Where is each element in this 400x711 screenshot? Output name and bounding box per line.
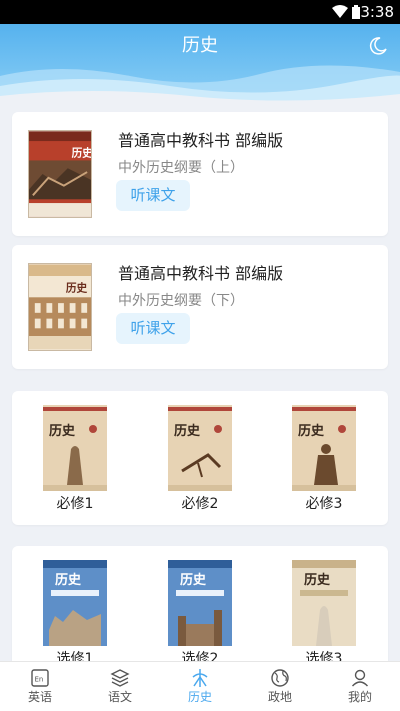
tab-politics-geography[interactable]: 政地 bbox=[240, 662, 320, 711]
book-cover-elective-2: 历史 bbox=[168, 560, 232, 646]
listen-button[interactable]: 听课文 bbox=[116, 313, 190, 344]
cover-text: 历史 bbox=[174, 423, 201, 439]
book-cover-elective-3: 历史 bbox=[292, 560, 356, 646]
book-label: 必修3 bbox=[305, 496, 343, 512]
required-books-grid: 历史 必修1 历史 必修2 历史 必修3 bbox=[12, 391, 388, 525]
svg-text:En: En bbox=[35, 676, 44, 684]
tab-english[interactable]: En 英语 bbox=[0, 662, 80, 711]
book-cover-gangyao-upper: 历史 bbox=[28, 130, 92, 218]
cover-text: 历史 bbox=[49, 423, 76, 439]
book-label: 必修1 bbox=[56, 496, 94, 512]
book-card-gangyao-lower[interactable]: 历史 普通高中教科书 部编版 中外历史纲要（下） 听课文 bbox=[12, 245, 388, 369]
book-label: 必修2 bbox=[181, 496, 219, 512]
cover-text: 历史 bbox=[304, 572, 331, 588]
english-icon: En bbox=[31, 669, 49, 687]
cover-text: 历史 bbox=[72, 147, 92, 160]
book-subtitle: 中外历史纲要（下） bbox=[118, 293, 244, 309]
book-cover-required-1: 历史 bbox=[43, 405, 107, 491]
tab-label: 英语 bbox=[27, 690, 52, 704]
elective-books-grid: 历史 选修1 历史 选修2 历史 选修3 bbox=[12, 546, 388, 676]
book-cover-required-2: 历史 bbox=[168, 405, 232, 491]
book-title: 普通高中教科书 部编版 bbox=[118, 131, 284, 150]
cover-text: 历史 bbox=[66, 282, 88, 295]
tab-chinese[interactable]: 语文 bbox=[80, 662, 160, 711]
wifi-icon bbox=[332, 5, 348, 18]
book-card-gangyao-upper[interactable]: 历史 普通高中教科书 部编版 中外历史纲要（上） 听课文 bbox=[12, 112, 388, 236]
book-subtitle: 中外历史纲要（上） bbox=[118, 160, 244, 176]
person-icon bbox=[351, 669, 369, 687]
tab-label: 语文 bbox=[107, 690, 132, 704]
cover-text: 历史 bbox=[180, 572, 207, 588]
book-cover-required-3: 历史 bbox=[292, 405, 356, 491]
book-elective-1[interactable]: 历史 选修1 bbox=[43, 560, 107, 668]
history-icon bbox=[192, 669, 208, 687]
book-required-2[interactable]: 历史 必修2 bbox=[168, 405, 232, 513]
globe-icon bbox=[271, 669, 289, 687]
layers-icon bbox=[110, 669, 130, 687]
book-cover-elective-1: 历史 bbox=[43, 560, 107, 646]
book-elective-2[interactable]: 历史 选修2 bbox=[168, 560, 232, 668]
book-required-1[interactable]: 历史 必修1 bbox=[43, 405, 107, 513]
tab-mine[interactable]: 我的 bbox=[320, 662, 400, 711]
book-cover-gangyao-lower: 历史 bbox=[28, 263, 92, 351]
battery-icon bbox=[352, 5, 360, 19]
status-time: 3:38 bbox=[360, 3, 394, 21]
tab-label: 政地 bbox=[267, 690, 292, 704]
cover-text: 历史 bbox=[298, 423, 325, 439]
page-title: 历史 bbox=[182, 35, 218, 56]
book-required-3[interactable]: 历史 必修3 bbox=[292, 405, 356, 513]
header-waves bbox=[0, 65, 400, 106]
status-bar: 3:38 bbox=[0, 0, 400, 24]
tab-label: 历史 bbox=[187, 690, 212, 704]
tab-label: 我的 bbox=[347, 690, 372, 704]
tab-history[interactable]: 历史 bbox=[160, 662, 240, 711]
book-elective-3[interactable]: 历史 选修3 bbox=[292, 560, 356, 668]
listen-button[interactable]: 听课文 bbox=[116, 180, 190, 211]
header: 历史 bbox=[0, 24, 400, 106]
moon-icon[interactable] bbox=[368, 36, 388, 56]
bottom-tab-bar: En 英语 语文 历史 政地 我的 bbox=[0, 661, 400, 711]
book-title: 普通高中教科书 部编版 bbox=[118, 264, 284, 283]
cover-text: 历史 bbox=[55, 572, 82, 588]
